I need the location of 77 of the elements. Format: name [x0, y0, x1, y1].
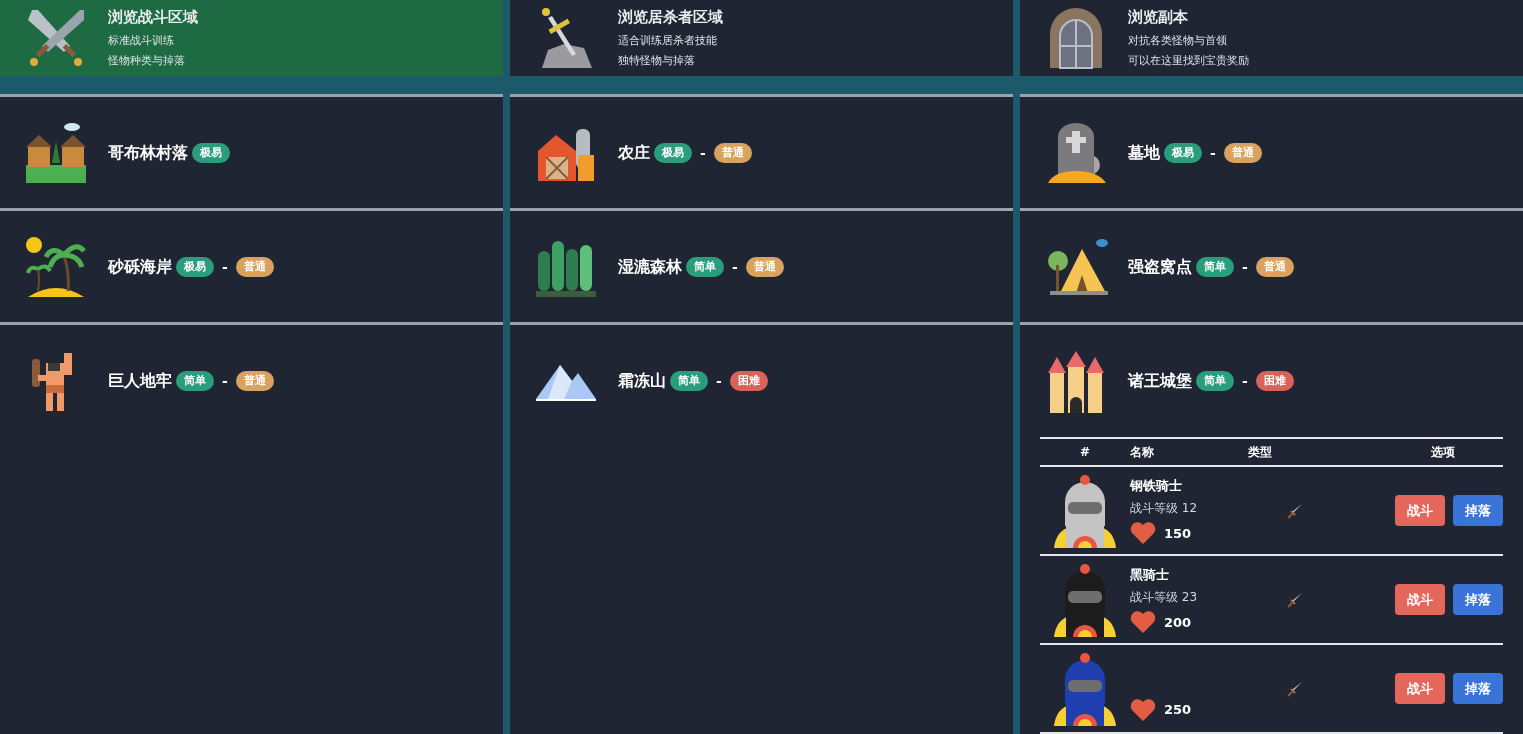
area-card[interactable]: 巨人地牢 简单 - 普通 [0, 322, 503, 734]
area-card[interactable]: 霜冻山 简单 - 困难 [510, 322, 1013, 734]
hit-points: 200 [1164, 613, 1192, 632]
range-separator: - [221, 371, 229, 391]
difficulty-badge: 极易 [176, 256, 214, 278]
difficulty-badge: 普通 [1223, 142, 1262, 164]
range-separator: - [1241, 371, 1249, 391]
area-card[interactable]: 强盗窝点 简单 - 普通 [1020, 208, 1523, 323]
difficulty-badge: 困难 [729, 370, 768, 392]
range-separator: - [1241, 257, 1249, 277]
section-card[interactable]: 浏览战斗区域 标准战斗训练 怪物种类与掉落 [0, 0, 503, 76]
section-description: 怪物种类与掉落 [108, 53, 186, 70]
area-name: 诸王城堡 [1128, 370, 1192, 392]
area-name: 哥布林村落 [108, 142, 188, 164]
heart-icon [1130, 521, 1156, 546]
area-name: 霜冻山 [618, 370, 666, 392]
section-description: 可以在这里找到宝贵奖励 [1128, 53, 1249, 70]
dagger-icon [1287, 591, 1303, 608]
section-description: 适合训练居杀者技能 [618, 32, 718, 49]
area-name: 墓地 [1128, 142, 1160, 164]
dagger-icon [1287, 680, 1303, 697]
difficulty-badge: 困难 [1255, 370, 1294, 392]
section-title: 浏览居杀者区域 [618, 7, 723, 29]
difficulty-badge: 普通 [1255, 256, 1294, 278]
difficulty-badge: 极易 [192, 142, 230, 164]
area-card[interactable]: 墓地 极易 - 普通 [1020, 94, 1523, 209]
area-card[interactable]: 农庄 极易 - 普通 [510, 94, 1013, 209]
area-card[interactable]: 湿漉森林 简单 - 普通 [510, 208, 1013, 323]
section-description: 对抗各类怪物与首领 [1128, 32, 1228, 49]
difficulty-badge: 简单 [670, 370, 708, 392]
range-separator: - [731, 257, 739, 277]
drops-button[interactable]: 掉落 [1453, 583, 1503, 616]
hit-points: 150 [1164, 524, 1192, 543]
area-card[interactable]: 诸王城堡 简单 - 困难 # 名称 类型 选项 钢铁骑士 战斗等级 12 150 战斗 掉落 黑骑士 战斗等级 23 200 战斗 掉落 250 战斗 掉落 [1020, 322, 1523, 734]
column-header: 选项 [1430, 444, 1456, 461]
range-separator: - [1209, 143, 1217, 163]
difficulty-badge: 普通 [235, 370, 274, 392]
monster-name: 钢铁骑士 [1130, 476, 1183, 495]
section-card[interactable]: 浏览居杀者区域 适合训练居杀者技能 独特怪物与掉落 [510, 0, 1013, 76]
dagger-icon [1287, 502, 1303, 519]
column-header: # [1078, 444, 1092, 461]
area-name: 巨人地牢 [108, 370, 172, 392]
column-header: 类型 [1247, 444, 1273, 461]
section-description: 独特怪物与掉落 [618, 53, 696, 70]
heart-icon [1130, 610, 1156, 635]
village-houses-icon [24, 121, 88, 185]
hit-points: 250 [1164, 700, 1192, 719]
column-header: 名称 [1130, 444, 1155, 461]
palm-tree-island-icon [24, 235, 88, 299]
range-separator: - [221, 257, 229, 277]
difficulty-badge: 简单 [1196, 370, 1234, 392]
area-name: 湿漉森林 [618, 256, 682, 278]
difficulty-badge: 简单 [176, 370, 214, 392]
difficulty-badge: 简单 [686, 256, 724, 278]
range-separator: - [699, 143, 707, 163]
combat-level: 战斗等级 12 [1130, 500, 1199, 518]
section-title: 浏览副本 [1128, 7, 1189, 29]
difficulty-badge: 普通 [235, 256, 274, 278]
area-card[interactable]: 砂砾海岸 极易 - 普通 [0, 208, 503, 323]
difficulty-badge: 简单 [1196, 256, 1234, 278]
heart-icon [1130, 697, 1156, 722]
range-separator: - [715, 371, 723, 391]
drops-button[interactable]: 掉落 [1453, 494, 1503, 527]
monster-name: 黑骑士 [1130, 565, 1170, 584]
drops-button[interactable]: 掉落 [1453, 672, 1503, 705]
difficulty-badge: 极易 [654, 142, 692, 164]
section-card[interactable]: 浏览副本 对抗各类怪物与首领 可以在这里找到宝贵奖励 [1020, 0, 1523, 76]
difficulty-badge: 普通 [713, 142, 752, 164]
area-name: 砂砾海岸 [108, 256, 172, 278]
area-name: 农庄 [618, 142, 650, 164]
area-name: 强盗窝点 [1128, 256, 1192, 278]
section-title: 浏览战斗区域 [108, 7, 198, 29]
combat-level: 战斗等级 23 [1130, 589, 1199, 607]
area-card[interactable]: 哥布林村落 极易 [0, 94, 503, 209]
difficulty-badge: 普通 [745, 256, 784, 278]
difficulty-badge: 极易 [1164, 142, 1202, 164]
section-description: 标准战斗训练 [108, 32, 175, 49]
